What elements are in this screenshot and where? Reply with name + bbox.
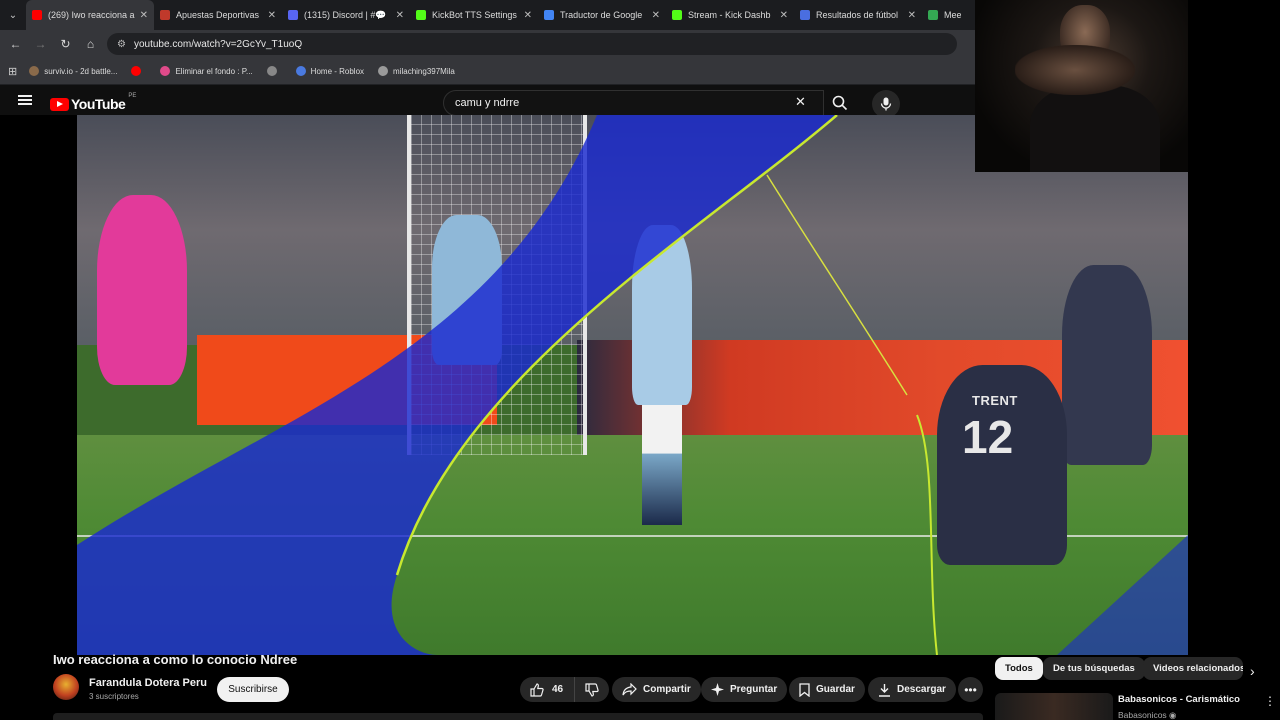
bookmark-milaching[interactable]: milaching397Mila [378, 66, 455, 76]
tab-kickbot[interactable]: KickBot TTS Settings ✕ [410, 0, 538, 30]
site-info-icon[interactable]: ⚙ [117, 39, 126, 50]
home-icon[interactable]: ⌂ [78, 30, 103, 58]
youtube-icon [131, 66, 142, 76]
thumbs-down-icon [585, 682, 599, 697]
address-bar: ← → ↻ ⌂ ⚙ youtube.com/watch?v=2GcYv_T1uo… [0, 30, 975, 58]
subscriber-count: 3 suscriptores [89, 692, 139, 701]
recommendation-channel[interactable]: Babasonicos ◉ [1118, 710, 1176, 720]
meet-favicon-icon [928, 10, 938, 20]
close-tab-icon[interactable]: ✕ [396, 10, 404, 21]
like-button[interactable]: 46 [520, 677, 575, 702]
channel-name[interactable]: Farandula Dotera Peru [89, 677, 207, 689]
voice-search-button[interactable] [872, 90, 900, 118]
remove-bg-icon [160, 66, 171, 76]
share-arrow-icon [622, 683, 637, 696]
bookmark-survivio[interactable]: surviv.io - 2d battle... [29, 66, 117, 76]
survivio-icon [29, 66, 40, 76]
discord-favicon-icon [288, 10, 298, 20]
clear-search-icon[interactable]: ✕ [795, 94, 806, 110]
tab-youtube[interactable]: (269) Iwo reacciona a ✕ [26, 0, 154, 30]
video-player[interactable]: TRENT 12 [77, 115, 1188, 655]
download-button[interactable]: Descargar [868, 677, 956, 702]
channel-avatar[interactable] [53, 674, 79, 700]
description-box[interactable] [53, 713, 983, 720]
forward-arrow-icon[interactable]: → [28, 30, 53, 58]
streamer-body [1030, 85, 1160, 172]
tab-kick-stream[interactable]: Stream - Kick Dashb ✕ [666, 0, 794, 30]
history-icon [266, 66, 277, 76]
results-favicon-icon [800, 10, 810, 20]
tab-discord[interactable]: (1315) Discord | #💬 ✕ [282, 0, 410, 30]
transition-swoosh-graphic [77, 115, 1188, 655]
like-count: 46 [552, 684, 564, 695]
apps-grid-icon[interactable]: ⊞ [8, 65, 17, 78]
search-input[interactable]: camu y ndrre [443, 90, 824, 116]
sparkle-icon [711, 683, 724, 696]
betting-favicon-icon [160, 10, 170, 20]
share-button[interactable]: Compartir [612, 677, 701, 702]
chip-videos-relacionados[interactable]: Videos relacionados [1143, 657, 1243, 680]
search-icon [832, 95, 848, 111]
chip-de-tus-busquedas[interactable]: De tus búsquedas [1043, 657, 1145, 680]
bookmark-remove-bg[interactable]: Eliminar el fondo : P... [160, 66, 253, 76]
globe-icon [378, 66, 389, 76]
dislike-button[interactable] [575, 682, 609, 697]
microphone-icon [880, 97, 892, 111]
recommendation-thumbnail[interactable] [995, 693, 1113, 720]
back-arrow-icon[interactable]: ← [3, 30, 28, 58]
google-translate-favicon-icon [544, 10, 554, 20]
more-vertical-icon[interactable]: ⋮ [1264, 694, 1276, 708]
bookmark-roblox[interactable]: Home - Roblox [295, 66, 364, 76]
tab-bar: ⌄ (269) Iwo reacciona a ✕ Apuestas Depor… [0, 0, 975, 30]
video-title: Iwo reacciona a como lo conocio Ndree [53, 652, 298, 667]
close-tab-icon[interactable]: ✕ [652, 10, 660, 21]
tab-translate[interactable]: Traductor de Google ✕ [538, 0, 666, 30]
bookmark-history[interactable] [266, 66, 282, 76]
tab-resultados[interactable]: Resultados de fútbol ✕ [794, 0, 922, 30]
tab-meet[interactable]: Meet [922, 0, 967, 30]
url-field[interactable]: ⚙ youtube.com/watch?v=2GcYv_T1uoQ [107, 33, 957, 55]
kickbot-favicon-icon [416, 10, 426, 20]
youtube-header: YouTube PE camu y ndrre ✕ [0, 85, 975, 118]
youtube-play-logo-icon [50, 97, 69, 111]
browser-chrome: ⌄ (269) Iwo reacciona a ✕ Apuestas Depor… [0, 0, 975, 85]
like-dislike-group: 46 [520, 677, 609, 702]
bookmarks-bar: ⊞ surviv.io - 2d battle... Eliminar el f… [0, 58, 975, 84]
save-button[interactable]: Guardar [789, 677, 865, 702]
subscribe-button[interactable]: Suscribirse [217, 677, 289, 702]
close-tab-icon[interactable]: ✕ [524, 10, 532, 21]
ask-button[interactable]: Preguntar [701, 677, 788, 702]
webcam-overlay [975, 0, 1188, 172]
verified-icon: ◉ [1169, 710, 1177, 720]
close-tab-icon[interactable]: ✕ [780, 10, 788, 21]
more-actions-icon[interactable]: ••• [958, 677, 983, 702]
close-tab-icon[interactable]: ✕ [268, 10, 276, 21]
streamer-hands [1015, 45, 1135, 95]
tab-apuestas[interactable]: Apuestas Deportivas ✕ [154, 0, 282, 30]
close-tab-icon[interactable]: ✕ [908, 10, 916, 21]
roblox-icon [295, 66, 306, 76]
search-button[interactable] [824, 90, 856, 116]
chip-todos[interactable]: Todos [995, 657, 1043, 680]
reload-icon[interactable]: ↻ [53, 30, 78, 58]
bookmark-icon [799, 682, 810, 697]
menu-hamburger-icon[interactable] [18, 95, 32, 105]
tab-search-icon[interactable]: ⌄ [0, 0, 26, 30]
download-icon [879, 683, 890, 697]
recommendation-title[interactable]: Babasonicos - Carismático [1118, 694, 1240, 705]
kick-favicon-icon [672, 10, 682, 20]
youtube-logo[interactable]: YouTube PE [50, 93, 136, 112]
screen: ⌄ (269) Iwo reacciona a ✕ Apuestas Depor… [0, 0, 1280, 720]
bookmark-youtube[interactable] [131, 66, 146, 76]
thumbs-up-icon [530, 682, 544, 697]
close-tab-icon[interactable]: ✕ [140, 10, 148, 21]
chevron-right-icon[interactable]: › [1250, 663, 1255, 679]
youtube-favicon-icon [32, 10, 42, 20]
